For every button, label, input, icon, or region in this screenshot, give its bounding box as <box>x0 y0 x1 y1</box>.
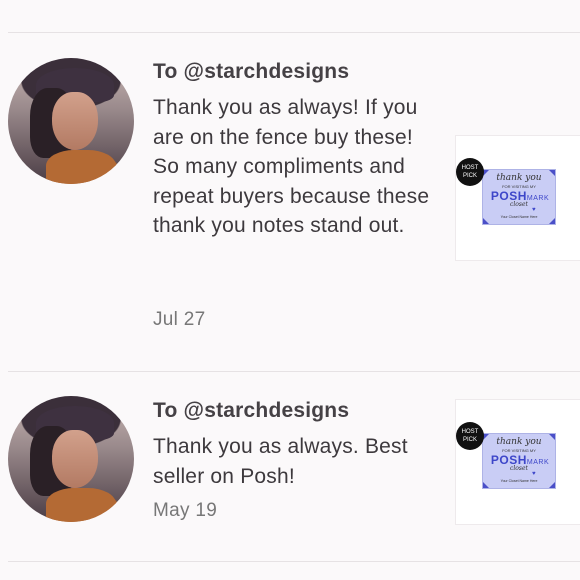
listing-thumbnail[interactable]: thank you FOR VISITING MY POSHMARK close… <box>456 136 580 260</box>
avatar[interactable] <box>8 58 134 184</box>
review-message: Thank you as always. Best seller on Posh… <box>153 435 408 488</box>
divider-top <box>8 32 580 33</box>
host-pick-badge: HOST PICK <box>456 158 484 186</box>
host-pick-badge: HOST PICK <box>456 422 484 450</box>
review-recipient[interactable]: To @starchdesigns <box>153 60 349 84</box>
listing-thumbnail[interactable]: thank you FOR VISITING MY POSHMARK close… <box>456 400 580 524</box>
divider-middle <box>8 371 580 372</box>
divider-bottom <box>8 561 580 562</box>
thank-you-card-image: thank you FOR VISITING MY POSHMARK close… <box>482 433 556 489</box>
thank-you-card-image: thank you FOR VISITING MY POSHMARK close… <box>482 169 556 225</box>
review-date: May 19 <box>153 500 218 521</box>
review-date: Jul 27 <box>153 309 206 330</box>
review-message: Thank you as always! If you are on the f… <box>153 96 430 238</box>
review-recipient[interactable]: To @starchdesigns <box>153 399 349 423</box>
avatar[interactable] <box>8 396 134 522</box>
